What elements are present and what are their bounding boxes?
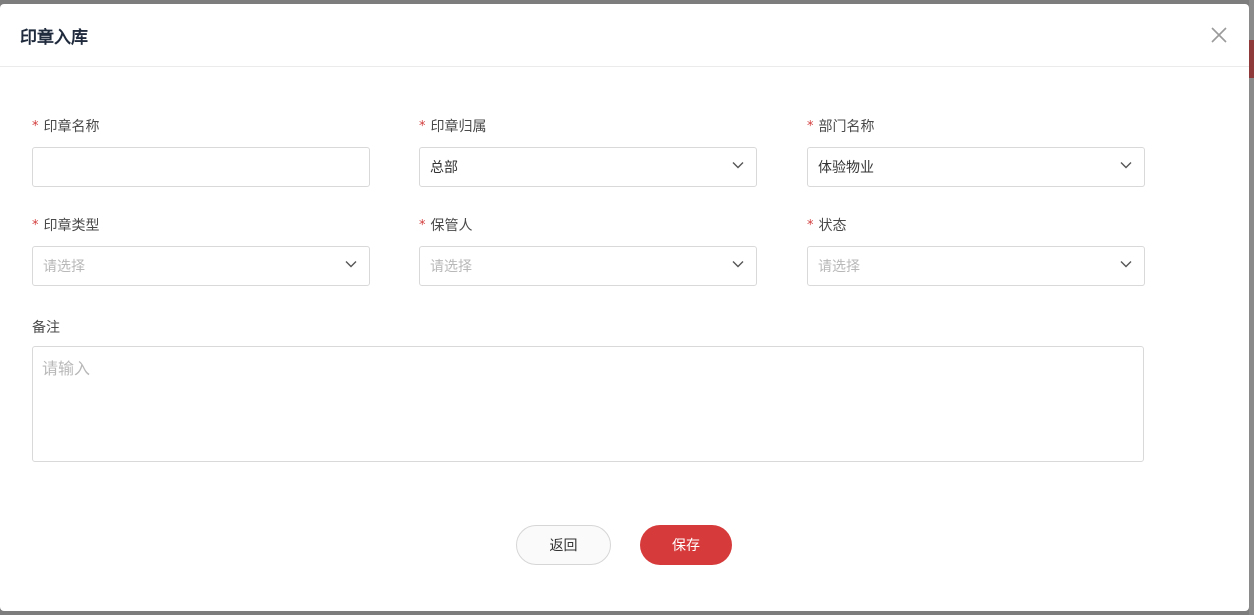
save-button[interactable]: 保存 [640,525,732,565]
seal-name-input[interactable] [32,147,370,187]
field-status: * 状态 请选择 [807,216,1145,286]
chevron-down-icon[interactable] [1119,158,1133,172]
field-seal-type: * 印章类型 请选择 [32,216,370,286]
field-seal-owner: * 印章归属 总部 [419,117,757,187]
status-placeholder: 请选择 [818,259,860,275]
field-department: * 部门名称 体验物业 [807,117,1145,187]
field-label: 印章归属 [430,119,487,135]
required-mark: * [419,218,426,233]
seal-owner-select[interactable]: 总部 [419,147,757,187]
back-button[interactable]: 返回 [516,525,611,565]
dialog-header: 印章入库 [0,4,1249,67]
background-accent [1249,40,1254,78]
department-select[interactable]: 体验物业 [807,147,1145,187]
status-select[interactable]: 请选择 [807,246,1145,286]
field-seal-name: * 印章名称 [32,117,370,187]
field-label: 保管人 [430,218,473,234]
required-mark: * [807,218,814,233]
remark-label: 备注 [32,320,60,336]
chevron-down-icon[interactable] [731,257,745,271]
seal-owner-value: 总部 [430,160,458,176]
required-mark: * [419,119,426,134]
dialog-title: 印章入库 [20,27,88,48]
close-icon[interactable] [1209,25,1229,45]
custodian-select[interactable]: 请选择 [419,246,757,286]
chevron-down-icon[interactable] [344,257,358,271]
field-label: 部门名称 [818,119,875,135]
remark-placeholder: 请输入 [42,359,91,378]
field-label: 印章类型 [43,218,100,234]
field-label: 状态 [818,218,847,234]
custodian-placeholder: 请选择 [430,259,472,275]
required-mark: * [32,218,39,233]
chevron-down-icon[interactable] [1119,257,1133,271]
background-page [1249,0,1254,615]
required-mark: * [32,119,39,134]
field-label: 印章名称 [43,119,100,135]
seal-type-select[interactable]: 请选择 [32,246,370,286]
seal-type-placeholder: 请选择 [43,259,85,275]
seal-storage-dialog: 印章入库 * 印章名称 * 印章归属 总部 * 部门名称 体验物业 * 印章类型… [0,4,1249,611]
required-mark: * [807,119,814,134]
field-custodian: * 保管人 请选择 [419,216,757,286]
remark-textarea[interactable]: 请输入 [32,346,1144,462]
chevron-down-icon[interactable] [731,158,745,172]
department-value: 体验物业 [818,160,874,176]
